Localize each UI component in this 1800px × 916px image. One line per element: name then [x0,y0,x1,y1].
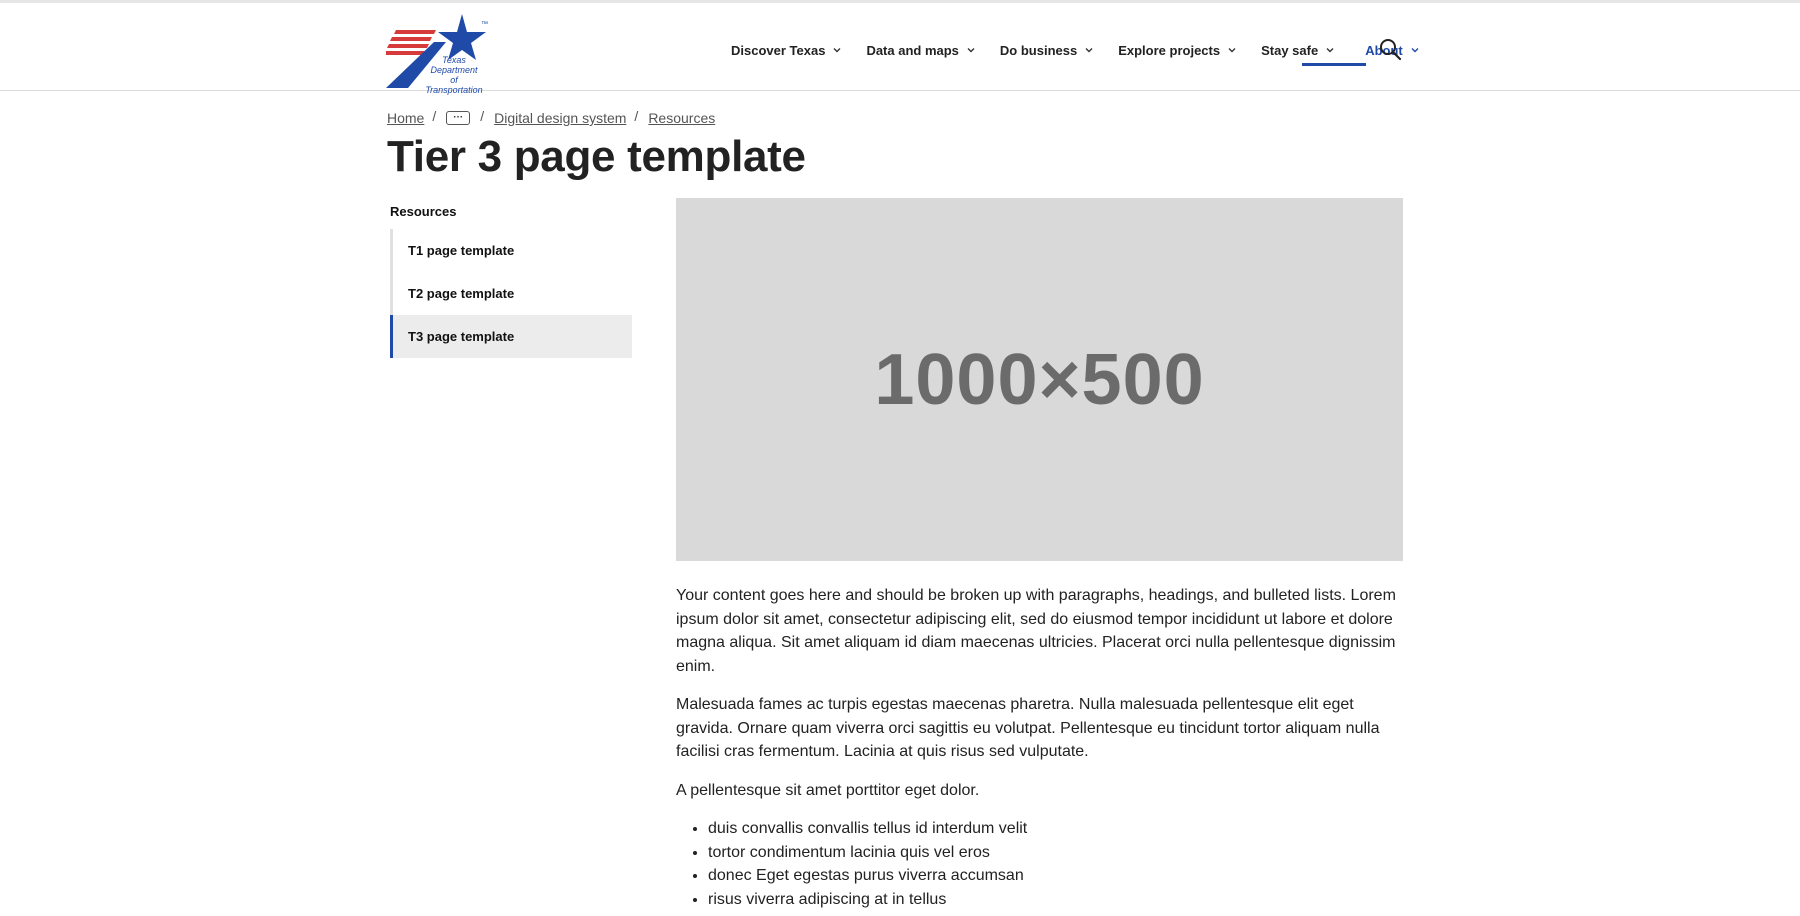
image-placeholder: 1000×500 [676,198,1403,561]
chevron-down-icon [1228,48,1236,53]
logo-line-2: Department [430,65,478,75]
nav-item-explore-projects[interactable]: Explore projects [1118,39,1238,61]
nav-item-label: Do business [999,42,1078,58]
list-item: donec Eget egestas purus viverra accumsa… [708,864,1403,888]
breadcrumb-resources[interactable]: Resources [648,110,715,126]
nav-item-label: Explore projects [1118,42,1221,58]
nav-item-stay-safe[interactable]: Stay safe [1261,39,1336,61]
breadcrumb-ellipsis-button[interactable]: ··· [446,111,471,125]
logo-wordmark: Texas Department of Transportation [424,55,484,95]
logo-trademark: ™ [481,21,488,28]
logo-line-1: Texas [442,55,466,65]
breadcrumb-digital-design-system[interactable]: Digital design system [494,110,626,126]
breadcrumb-home[interactable]: Home [387,110,424,126]
search-icon[interactable] [1378,37,1402,61]
content-paragraph: Your content goes here and should be bro… [676,587,1396,675]
nav-item-do-business[interactable]: Do business [1000,39,1095,61]
nav-item-discover-texas[interactable]: Discover Texas [731,39,843,61]
chevron-down-icon [967,48,975,53]
primary-nav: Discover Texas Data and maps Do business… [731,39,1421,61]
side-nav-item-t3[interactable]: T3 page template [390,315,632,358]
chevron-down-icon [833,48,841,53]
content-paragraph: Malesuada fames ac turpis egestas maecen… [676,696,1380,760]
breadcrumb-separator: / [432,108,437,124]
chevron-down-icon [1085,48,1093,53]
breadcrumb-separator: / [480,108,485,124]
nav-active-indicator [1302,63,1366,66]
side-nav-heading: Resources [390,204,457,219]
logo-star [438,14,486,60]
list-item: risus viverra adipiscing at in tellus [708,888,1403,912]
list-item: duis convallis convallis tellus id inter… [708,817,1403,841]
nav-item-label: Discover Texas [731,42,826,58]
breadcrumb-separator: / [634,108,639,124]
nav-item-label: Data and maps [866,42,959,58]
side-nav-item-t1[interactable]: T1 page template [393,229,632,272]
chevron-down-icon [1411,48,1419,53]
main-content: Your content goes here and should be bro… [676,584,1403,911]
nav-item-data-and-maps[interactable]: Data and maps [866,39,976,61]
logo-line-3: of Transportation [425,75,483,95]
nav-item-label: Stay safe [1261,42,1319,58]
breadcrumb: Home / ··· / Digital design system / Res… [387,108,715,126]
content-paragraph: A pellentesque sit amet porttitor eget d… [676,781,980,799]
side-nav-item-t2[interactable]: T2 page template [393,272,632,315]
content-bullet-list: duis convallis convallis tellus id inter… [676,817,1403,911]
side-nav-list: T1 page template T2 page template T3 pag… [390,229,632,358]
chevron-down-icon [1326,48,1334,53]
site-header: ™ Texas Department of Transportation Dis… [0,0,1800,95]
list-item: tortor condimentum lacinia quis vel eros [708,841,1403,865]
image-placeholder-label: 1000×500 [874,339,1205,420]
page-title: Tier 3 page template [387,132,806,181]
